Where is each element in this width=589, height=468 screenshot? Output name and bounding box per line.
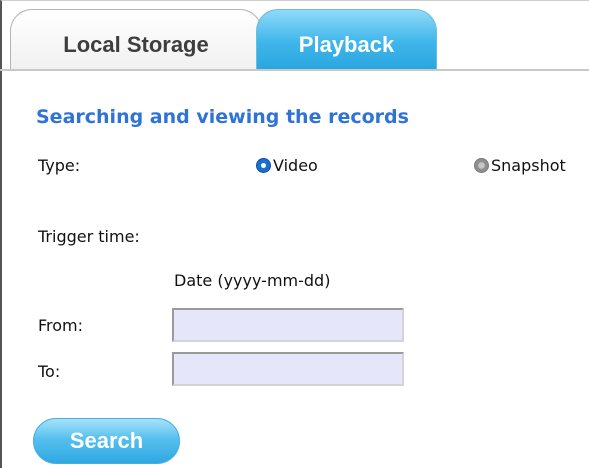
to-date-input[interactable] (172, 352, 404, 386)
radio-snapshot-label: Snapshot (491, 156, 566, 175)
radio-video-label: Video (273, 156, 318, 175)
date-format-header: Date (yyyy-mm-dd) (174, 271, 331, 290)
tab-divider (0, 69, 589, 71)
radio-snapshot[interactable]: Snapshot (474, 156, 566, 175)
section-title: Searching and viewing the records (36, 106, 409, 128)
from-date-input[interactable] (172, 308, 404, 342)
trigger-time-label: Trigger time: (38, 227, 140, 246)
to-label: To: (38, 362, 61, 381)
type-label: Type: (38, 156, 81, 175)
tab-local-storage[interactable]: Local Storage (10, 9, 262, 69)
radio-checked-icon[interactable] (256, 158, 271, 173)
tab-playback[interactable]: Playback (256, 9, 437, 69)
radio-video[interactable]: Video (256, 156, 318, 175)
from-label: From: (38, 316, 84, 335)
search-button[interactable]: Search (33, 418, 180, 464)
radio-unchecked-icon[interactable] (474, 158, 489, 173)
tab-bar: Local Storage Playback (0, 0, 589, 71)
